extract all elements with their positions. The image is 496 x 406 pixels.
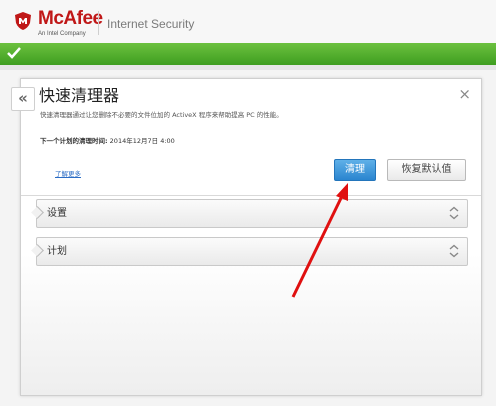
product-name: Internet Security (107, 17, 195, 31)
schedule-section-label: 计划 (47, 246, 67, 257)
restore-defaults-button[interactable]: 恢复默认值 (387, 159, 466, 181)
close-button[interactable]: × (458, 87, 471, 102)
schedule-section[interactable]: 计划 (31, 237, 468, 266)
learn-more-link[interactable]: 了解更多 (55, 168, 81, 178)
chevron-up-down-icon[interactable] (448, 244, 460, 258)
header-divider (98, 11, 99, 35)
back-button[interactable]: « (11, 87, 35, 111)
brand-subtitle: An Intel Company (38, 31, 86, 37)
clean-button[interactable]: 清理 (334, 159, 376, 181)
section-divider (21, 195, 481, 196)
chevron-up-down-icon[interactable] (448, 206, 460, 220)
check-icon (7, 47, 21, 59)
section-notch (31, 244, 44, 257)
status-bar-shadow (0, 65, 496, 70)
protection-status-bar[interactable] (0, 43, 496, 65)
quick-clean-panel: « × 快速清理器 快速清理器通过让您删除不必要的文件位加的 ActiveX 程… (11, 78, 482, 396)
next-schedule: 下一个计划的清理时间: 2014年12月7日 4:00 (40, 135, 175, 145)
app-header: McAfee An Intel Company Internet Securit… (0, 0, 496, 44)
schedule-value: 2014年12月7日 4:00 (107, 137, 175, 145)
panel-description: 快速清理器通过让您删除不必要的文件位加的 ActiveX 程序来帮助提高 PC … (40, 111, 283, 119)
settings-section[interactable]: 设置 (31, 199, 468, 228)
brand-logo: McAfee (38, 8, 103, 29)
panel-title: 快速清理器 (39, 86, 120, 105)
schedule-label: 下一个计划的清理时间: (40, 137, 108, 145)
mcafee-shield-icon (15, 12, 31, 30)
settings-section-label: 设置 (47, 208, 67, 219)
section-notch (31, 206, 44, 219)
